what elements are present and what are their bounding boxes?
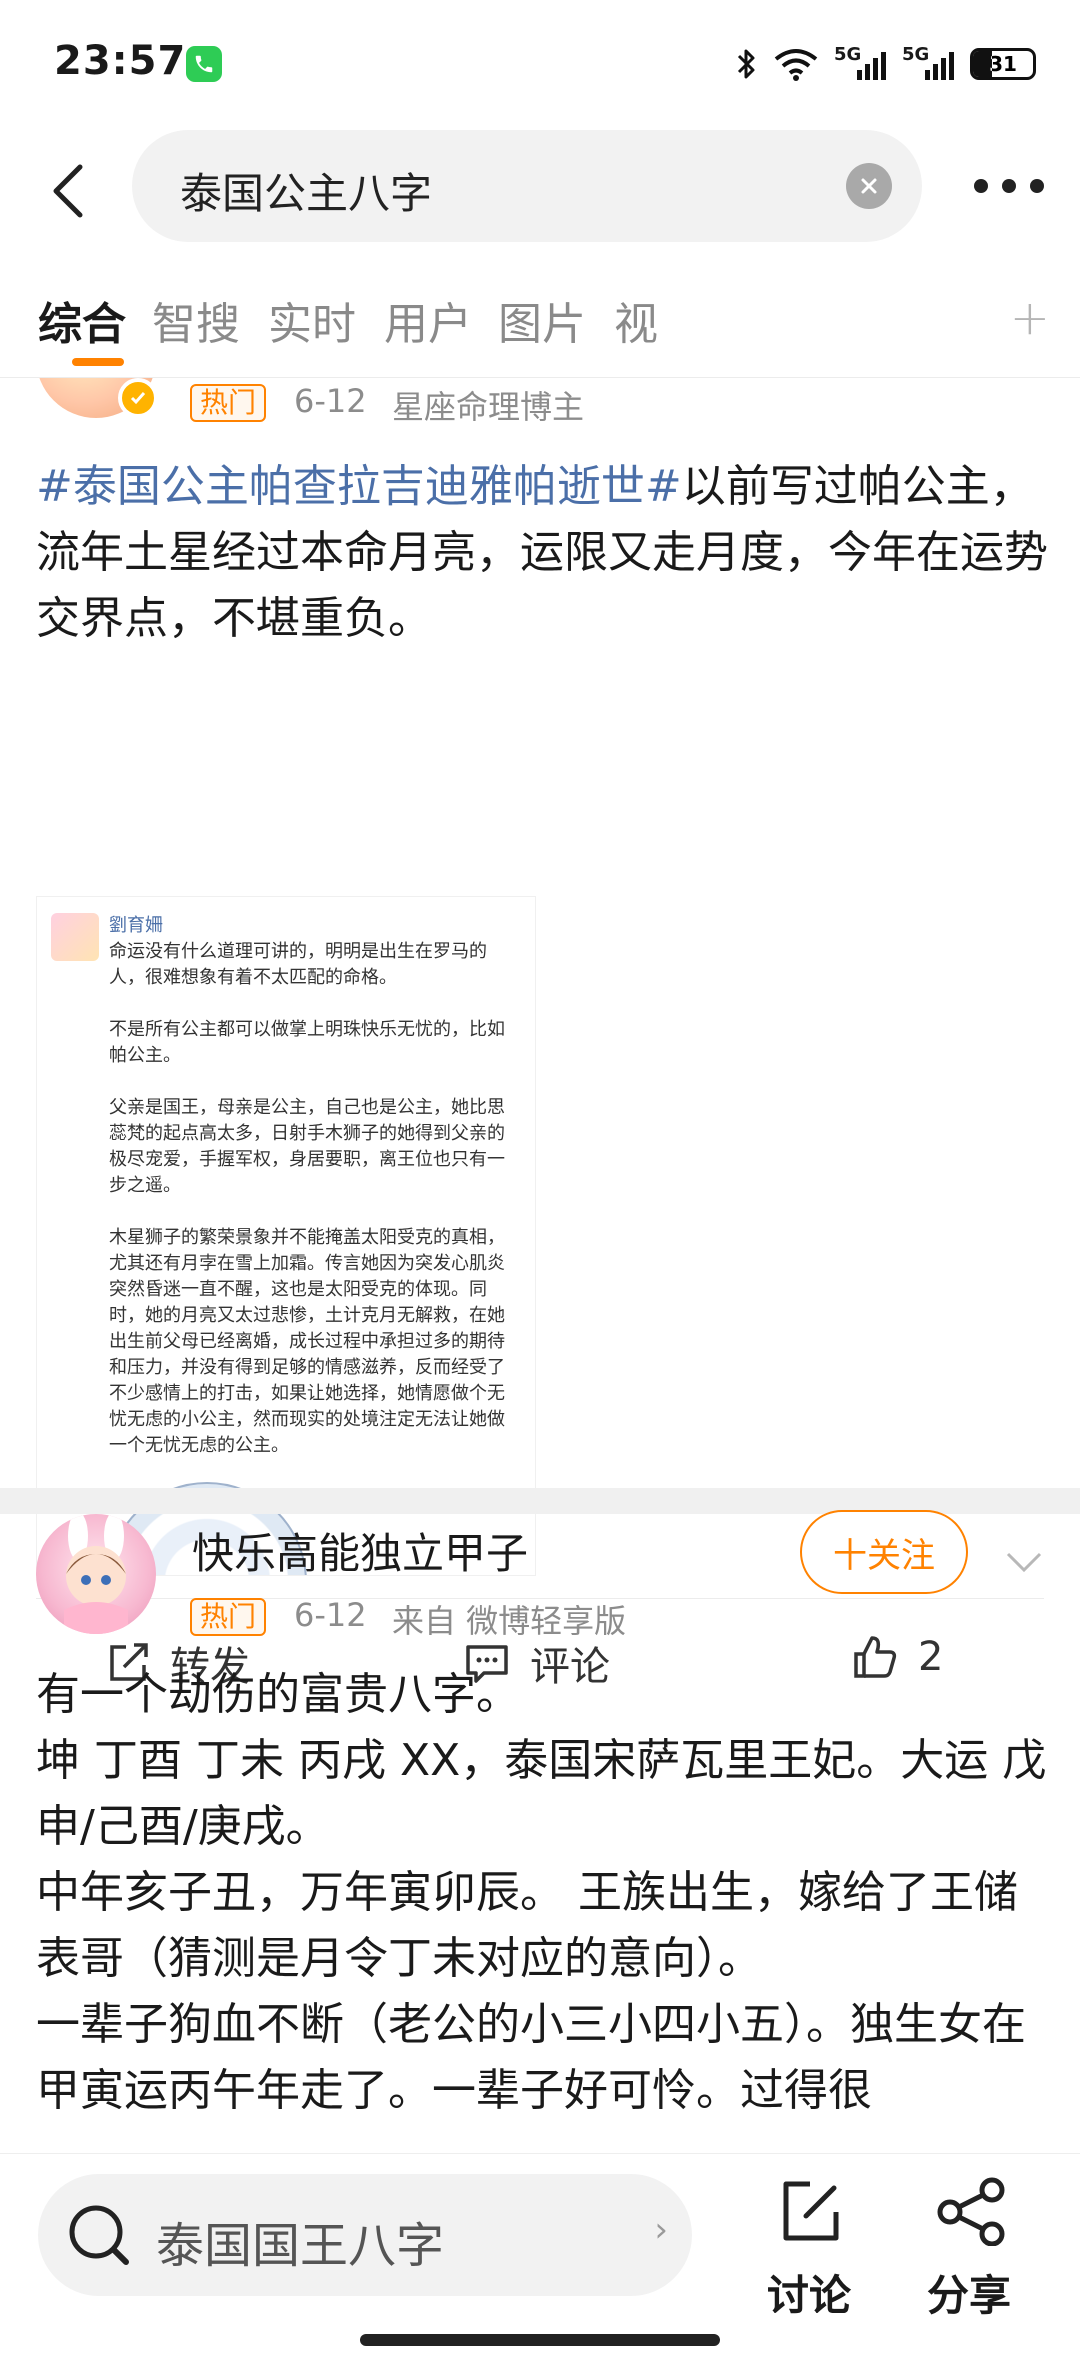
chevron-left-icon xyxy=(53,164,83,218)
username[interactable]: 快乐高能独立甲子 xyxy=(192,1520,528,1581)
battery-icon: 31 xyxy=(970,48,1036,80)
avatar[interactable] xyxy=(36,1514,156,1634)
tab-smart-search[interactable]: 智搜 xyxy=(152,288,240,352)
clock: 23:57 xyxy=(54,38,187,84)
tab-realtime[interactable]: 实时 xyxy=(268,288,356,352)
post-text[interactable]: #泰国公主帕查拉吉迪雅帕逝世#以前写过帕公主，流年土星经过本命月亮，运限又走月度… xyxy=(36,454,1050,652)
feed[interactable]: 热门 6-12 星座命理博主 #泰国公主帕查拉吉迪雅帕逝世#以前写过帕公主，流年… xyxy=(0,378,1080,2153)
post-date: 6-12 xyxy=(294,382,367,420)
topic-link[interactable]: #泰国公主帕查拉吉迪雅帕逝世# xyxy=(36,461,682,512)
tab-users[interactable]: 用户 xyxy=(384,288,472,352)
post-source: 星座命理博主 xyxy=(392,388,585,426)
related-search-button[interactable]: 泰国国王八字 › xyxy=(38,2174,692,2296)
search-query: 泰国公主八字 xyxy=(180,169,433,218)
tab-video[interactable]: 视 xyxy=(614,288,658,352)
close-icon xyxy=(861,178,877,194)
chevron-down-icon[interactable] xyxy=(1004,1542,1044,1582)
related-search-text: 泰国国王八字 xyxy=(156,2218,445,2274)
share-button[interactable]: 分享 xyxy=(914,2168,1024,2320)
status-bar: 23:57 5G 5G 31 xyxy=(0,0,1080,130)
image-author: 劉育姍 xyxy=(109,915,163,936)
active-tab-indicator xyxy=(72,358,124,366)
post-text[interactable]: 有一个劫伤的富贵八字。 坤 丁酉 丁未 丙戌 XX，泰国宋萨瓦里王妃。大运 戊申… xyxy=(36,1662,1050,2124)
verified-badge-icon xyxy=(118,378,158,418)
bluetooth-icon xyxy=(737,49,755,79)
post-source: 来自 微博轻享版 xyxy=(392,1602,627,1640)
chevron-right-icon: › xyxy=(654,2210,668,2250)
search-tabs: 综合 智搜 实时 用户 图片 视 + xyxy=(0,268,1080,378)
home-indicator xyxy=(360,2334,720,2346)
signal-5g-icon: 5G xyxy=(834,44,886,84)
post-card[interactable]: 快乐高能独立甲子 热门 6-12 来自 微博轻享版 十关注 有一个劫伤的富贵八字… xyxy=(0,1510,1080,2153)
search-icon xyxy=(69,2205,129,2265)
follow-button[interactable]: 十关注 xyxy=(800,1510,968,1594)
search-header: 泰国公主八字 xyxy=(0,130,1080,250)
image-avatar xyxy=(51,913,99,961)
hot-badge: 热门 xyxy=(190,1598,267,1636)
back-button[interactable] xyxy=(38,156,98,226)
more-options-button[interactable] xyxy=(974,174,1044,198)
bottom-bar: 泰国国王八字 › 讨论 分享 xyxy=(0,2153,1080,2362)
share-icon xyxy=(937,2177,1005,2246)
post-date: 6-12 xyxy=(294,1596,367,1634)
tab-images[interactable]: 图片 xyxy=(498,288,586,352)
compose-icon xyxy=(783,2181,839,2241)
hot-badge: 热门 xyxy=(190,384,267,422)
wifi-icon xyxy=(774,49,818,81)
search-input[interactable]: 泰国公主八字 xyxy=(132,130,922,242)
post-image[interactable]: 劉育姍 命运没有什么道理可讲的，明明是出生在罗马的人，很难想象有着不太匹配的命格… xyxy=(36,896,536,1576)
call-icon[interactable] xyxy=(186,46,222,82)
clear-search-button[interactable] xyxy=(846,163,892,209)
discuss-button[interactable]: 讨论 xyxy=(754,2168,864,2320)
tab-all[interactable]: 综合 xyxy=(38,288,126,352)
image-text: 命运没有什么道理可讲的，明明是出生在罗马的人，很难想象有着不太匹配的命格。 不是… xyxy=(109,941,505,1456)
signal-5g-icon-2: 5G xyxy=(902,44,954,84)
add-tab-button[interactable]: + xyxy=(1010,290,1050,346)
